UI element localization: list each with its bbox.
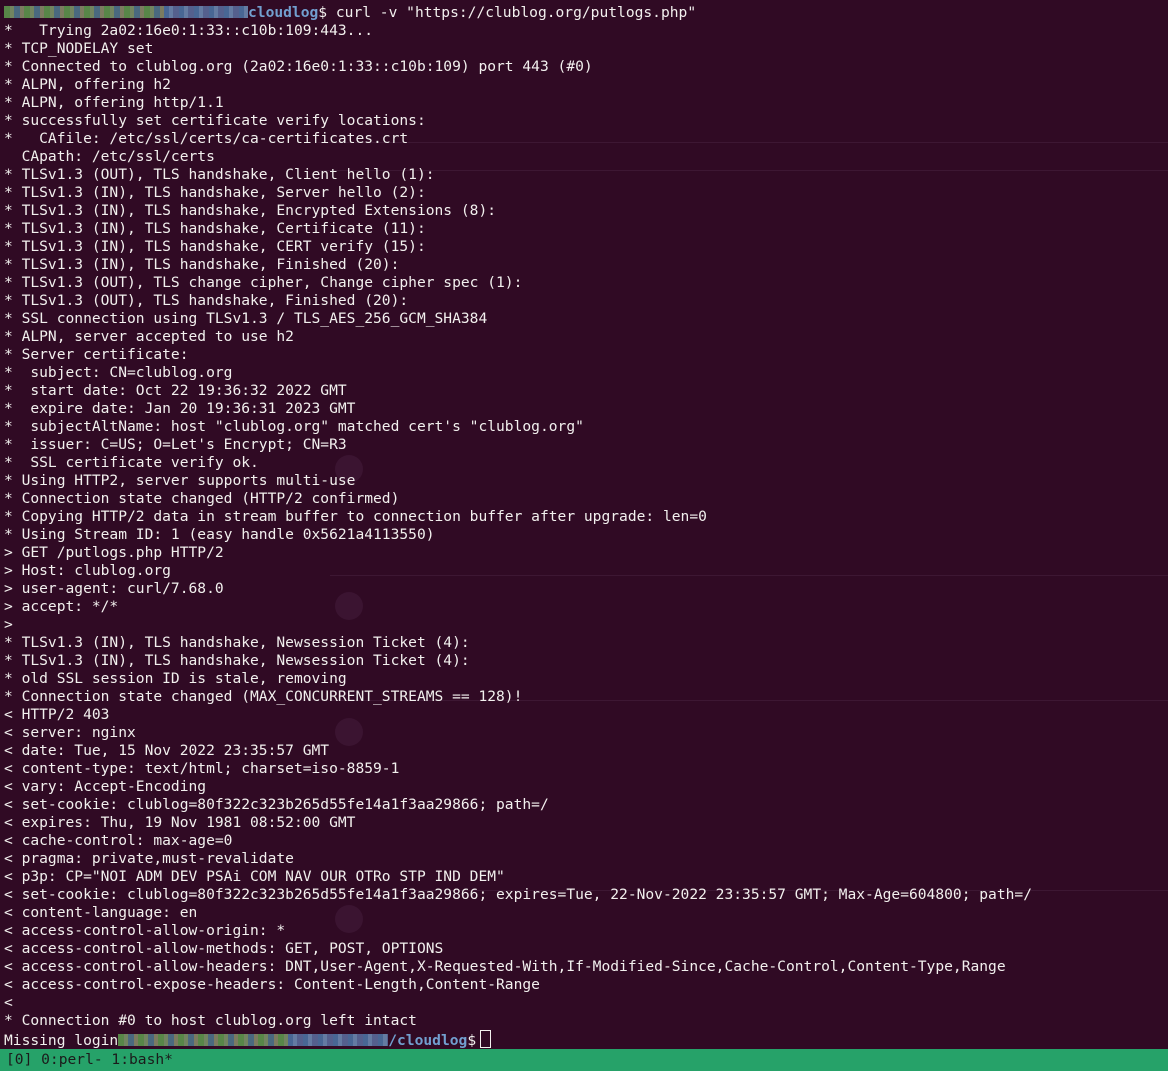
output-line: < set-cookie: clublog=80f322c323b265d55f… — [4, 796, 549, 813]
output-line: * TLSv1.3 (IN), TLS handshake, Encrypted… — [4, 202, 497, 219]
output-line: < vary: Accept-Encoding — [4, 778, 207, 795]
output-line: > accept: */* — [4, 598, 119, 615]
redacted-path-2 — [288, 1034, 389, 1046]
final-prompt-directory: /cloudlog — [388, 1032, 468, 1049]
output-line: < date: Tue, 15 Nov 2022 23:35:57 GMT — [4, 742, 330, 759]
output-line: * TCP_NODELAY set — [4, 40, 154, 57]
output-line: * ALPN, server accepted to use h2 — [4, 328, 294, 345]
tmux-status-bar: [0] 0:perl- 1:bash* — [0, 1049, 1168, 1071]
output-line: < set-cookie: clublog=80f322c323b265d55f… — [4, 886, 1032, 903]
output-line: < content-type: text/html; charset=iso-8… — [4, 760, 400, 777]
output-line: < — [4, 994, 13, 1011]
output-line: * TLSv1.3 (IN), TLS handshake, Server he… — [4, 184, 426, 201]
output-line: * Server certificate: — [4, 346, 189, 363]
command-text: $ curl -v "https://clublog.org/putlogs.p… — [318, 4, 697, 21]
tmux-window-list[interactable]: [0] 0:perl- 1:bash* — [6, 1051, 173, 1069]
output-line: < HTTP/2 403 — [4, 706, 110, 723]
output-line: * subject: CN=clublog.org — [4, 364, 233, 381]
output-line: > user-agent: curl/7.68.0 — [4, 580, 224, 597]
cursor-block[interactable] — [480, 1030, 492, 1048]
output-line: * ALPN, offering http/1.1 — [4, 94, 224, 111]
output-line: * TLSv1.3 (IN), TLS handshake, Newsessio… — [4, 634, 470, 651]
output-line: > — [4, 616, 13, 633]
output-line: < access-control-allow-headers: DNT,User… — [4, 958, 1006, 975]
output-lines: * Trying 2a02:16e0:1:33::c10b:109:443...… — [4, 22, 1032, 1030]
output-line: * old SSL session ID is stale, removing — [4, 670, 347, 687]
output-line: < access-control-allow-methods: GET, POS… — [4, 940, 444, 957]
output-line: * expire date: Jan 20 19:36:31 2023 GMT — [4, 400, 356, 417]
output-line: * TLSv1.3 (OUT), TLS change cipher, Chan… — [4, 274, 523, 291]
final-prompt-line: Missing login/cloudlog$ — [4, 1030, 1032, 1049]
prompt-line: cloudlog$ curl -v "https://clublog.org/p… — [4, 4, 1032, 22]
output-line: * TLSv1.3 (IN), TLS handshake, Newsessio… — [4, 652, 470, 669]
output-line: * Using HTTP2, server supports multi-use — [4, 472, 356, 489]
output-line: * Using Stream ID: 1 (easy handle 0x5621… — [4, 526, 435, 543]
output-line: * TLSv1.3 (IN), TLS handshake, CERT veri… — [4, 238, 426, 255]
output-line: * TLSv1.3 (IN), TLS handshake, Certifica… — [4, 220, 426, 237]
prompt-directory: cloudlog — [248, 4, 319, 21]
redacted-username-2 — [118, 1034, 289, 1046]
output-line: < pragma: private,must-revalidate — [4, 850, 294, 867]
output-line: * Connection #0 to host clublog.org left… — [4, 1012, 417, 1029]
output-line: > GET /putlogs.php HTTP/2 — [4, 544, 224, 561]
output-line: * issuer: C=US; O=Let's Encrypt; CN=R3 — [4, 436, 347, 453]
output-line: CApath: /etc/ssl/certs — [4, 148, 215, 165]
output-line: * ALPN, offering h2 — [4, 76, 171, 93]
output-line: * Connected to clublog.org (2a02:16e0:1:… — [4, 58, 593, 75]
output-line: * TLSv1.3 (OUT), TLS handshake, Client h… — [4, 166, 435, 183]
output-line: * SSL certificate verify ok. — [4, 454, 259, 471]
output-line: < content-language: en — [4, 904, 198, 921]
output-line: * Copying HTTP/2 data in stream buffer t… — [4, 508, 707, 525]
redacted-username — [4, 6, 164, 18]
output-line: * SSL connection using TLSv1.3 / TLS_AES… — [4, 310, 488, 327]
output-line: < p3p: CP="NOI ADM DEV PSAi COM NAV OUR … — [4, 868, 505, 885]
output-line: * CAfile: /etc/ssl/certs/ca-certificates… — [4, 130, 409, 147]
terminal-output: cloudlog$ curl -v "https://clublog.org/p… — [4, 4, 1032, 1049]
output-line: * TLSv1.3 (OUT), TLS handshake, Finished… — [4, 292, 409, 309]
output-line: * Connection state changed (HTTP/2 confi… — [4, 490, 400, 507]
output-line: * start date: Oct 22 19:36:32 2022 GMT — [4, 382, 347, 399]
output-line: < expires: Thu, 19 Nov 1981 08:52:00 GMT — [4, 814, 356, 831]
missing-login-text: Missing login — [4, 1032, 119, 1049]
output-line: * Connection state changed (MAX_CONCURRE… — [4, 688, 523, 705]
output-line: * subjectAltName: host "clublog.org" mat… — [4, 418, 584, 435]
output-line: < cache-control: max-age=0 — [4, 832, 233, 849]
output-line: * successfully set certificate verify lo… — [4, 112, 426, 129]
output-line: < access-control-allow-origin: * — [4, 922, 286, 939]
output-line: < server: nginx — [4, 724, 136, 741]
output-line: < access-control-expose-headers: Content… — [4, 976, 540, 993]
redacted-path — [164, 6, 248, 18]
output-line: * Trying 2a02:16e0:1:33::c10b:109:443... — [4, 22, 374, 39]
output-line: * TLSv1.3 (IN), TLS handshake, Finished … — [4, 256, 400, 273]
output-line: > Host: clublog.org — [4, 562, 171, 579]
terminal-window[interactable]: cloudlog$ curl -v "https://clublog.org/p… — [0, 0, 1168, 1071]
final-prompt-symbol: $ — [467, 1032, 477, 1049]
